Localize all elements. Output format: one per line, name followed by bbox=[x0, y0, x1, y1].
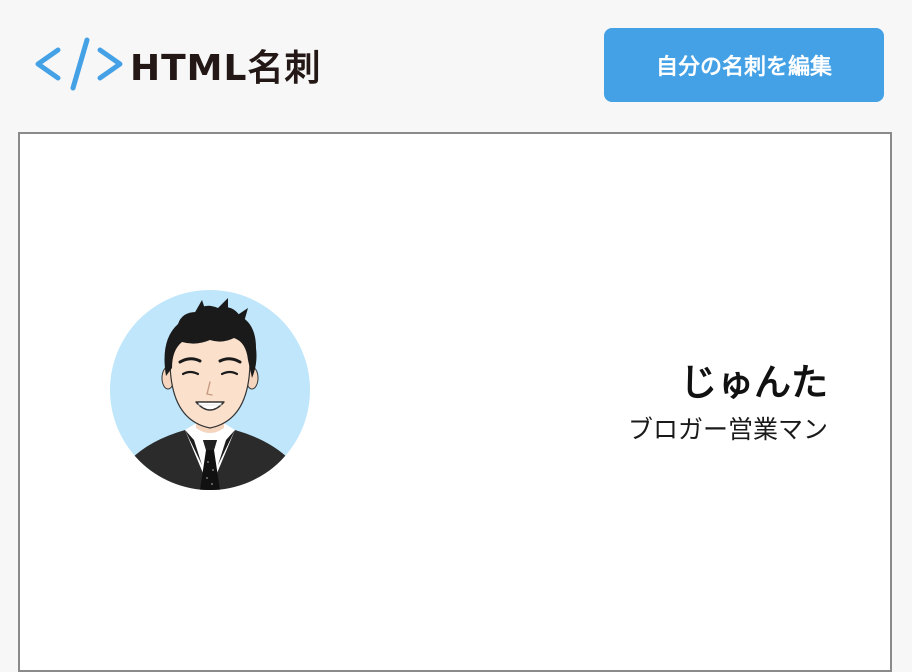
card-name: じゅんた bbox=[680, 361, 828, 404]
site-logo[interactable]: HTML名刺 bbox=[34, 34, 321, 96]
avatar bbox=[110, 290, 310, 490]
logo-text: HTML名刺 bbox=[130, 48, 322, 89]
avatar-illustration bbox=[110, 298, 310, 490]
edit-card-button[interactable]: 自分の名刺を編集 bbox=[604, 28, 884, 102]
business-card: じゅんた ブロガー営業マン bbox=[18, 132, 892, 672]
card-title: ブロガー営業マン bbox=[627, 415, 828, 444]
code-brackets-icon bbox=[35, 37, 123, 91]
site-header: HTML名刺 自分の名刺を編集 bbox=[0, 0, 912, 132]
